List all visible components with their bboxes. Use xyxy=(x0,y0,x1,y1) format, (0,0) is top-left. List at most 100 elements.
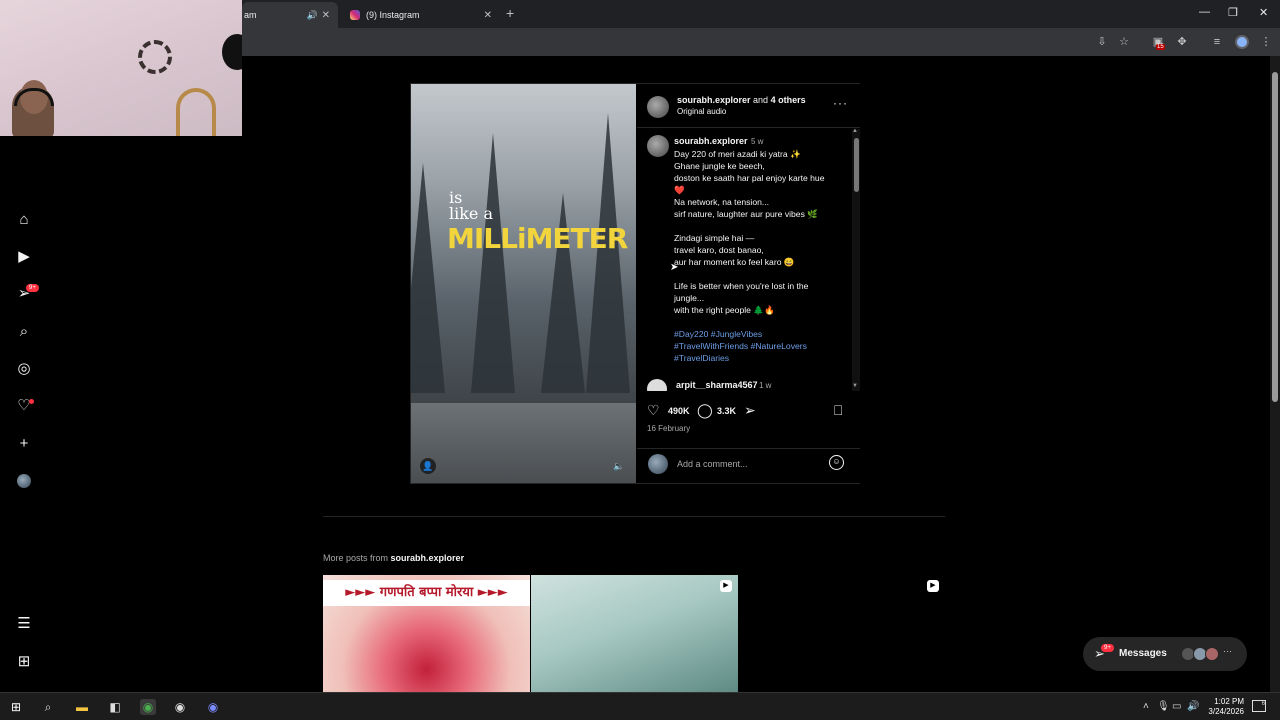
road-image xyxy=(411,403,636,483)
tray-overflow-icon[interactable]: ˄ xyxy=(1143,701,1149,712)
chrome-profile-2-icon[interactable]: ◉ xyxy=(205,699,221,715)
more-posts-username[interactable]: sourabh.explorer xyxy=(391,553,465,563)
profile-avatar[interactable] xyxy=(17,474,31,488)
notifications-icon[interactable]: 6 xyxy=(1252,700,1266,712)
comment-count[interactable]: 3.3K xyxy=(717,406,736,416)
caption-line: Day 220 of meri azadi ki yatra ✨ xyxy=(674,149,801,159)
add-comment-input[interactable]: Add a comment... xyxy=(677,459,748,469)
collaborators-link[interactable]: 4 others xyxy=(771,95,806,105)
more-post-thumbnail[interactable]: ▶ xyxy=(738,575,945,693)
microphone-icon[interactable]: 🎙 xyxy=(1157,701,1170,712)
more-options-icon[interactable]: ··· xyxy=(833,96,848,110)
new-tab-button[interactable]: + xyxy=(506,5,514,21)
media-control-icon[interactable]: ≡ xyxy=(1210,35,1224,49)
author-avatar[interactable] xyxy=(647,96,669,118)
wall-mirror-image xyxy=(138,40,172,74)
install-app-icon[interactable]: ⇩ xyxy=(1095,35,1109,49)
audio-link[interactable]: Original audio xyxy=(677,107,726,116)
post-header: sourabh.explorer and 4 others Original a… xyxy=(637,84,860,128)
browser-menu-icon[interactable]: ⋮ xyxy=(1259,35,1273,49)
search-icon[interactable]: ⌕ xyxy=(40,699,56,715)
restore-button[interactable]: ❐ xyxy=(1228,6,1238,19)
system-clock[interactable]: 1:02 PM 3/24/2026 xyxy=(1196,697,1244,717)
instagram-favicon-icon xyxy=(350,10,360,20)
screen: am 🔊 ✕ (9) Instagram ✕ + — ❐ ✕ ⇩ ☆ ▣ 15 … xyxy=(0,0,1280,720)
clock-date: 3/24/2026 xyxy=(1208,707,1244,716)
like-count[interactable]: 490K xyxy=(668,406,690,416)
file-explorer-icon[interactable]: ▬ xyxy=(74,699,90,715)
caption-line: Na network, na tension... xyxy=(674,197,770,207)
messages-badge: 9+ xyxy=(1101,644,1114,652)
comments-scrollbar-thumb[interactable] xyxy=(854,138,859,192)
minimize-button[interactable]: — xyxy=(1199,6,1210,18)
close-window-button[interactable]: ✕ xyxy=(1259,6,1268,19)
hashtag-line[interactable]: #TravelWithFriends #NatureLovers xyxy=(674,340,844,352)
commenter-username[interactable]: arpit__sharma4567 xyxy=(676,380,758,390)
post-media[interactable]: is like a MILLiMETER 👤 🔈 xyxy=(411,84,636,483)
share-icon[interactable]: ➢ xyxy=(744,402,756,419)
caption-line: jungle... xyxy=(674,293,705,303)
comment-time: 1 w xyxy=(759,381,772,390)
network-icon[interactable]: ▭ xyxy=(1172,701,1181,712)
windows-start-icon[interactable]: ⊞ xyxy=(8,699,24,715)
post-actions: ♡ 490K ◯ 3.3K ➢ ⎕ xyxy=(637,400,860,422)
home-icon[interactable]: ⌂ xyxy=(15,211,33,229)
post-side-panel: sourabh.explorer and 4 others Original a… xyxy=(637,84,860,483)
caption-text: Day 220 of meri azadi ki yatra ✨ Ghane j… xyxy=(674,148,844,364)
add-comment-bar: Add a comment... ☺ xyxy=(637,448,860,483)
and-text: and xyxy=(753,95,769,105)
tab-title: am xyxy=(244,10,257,20)
section-divider xyxy=(323,516,945,517)
tree-image xyxy=(471,133,515,393)
more-posts-heading: More posts from sourabh.explorer xyxy=(323,553,464,563)
media-overlay-big-text: MILLiMETER xyxy=(447,222,628,255)
tagged-users-icon[interactable]: 👤 xyxy=(420,458,436,474)
tab-active[interactable]: am 🔊 ✕ xyxy=(242,2,338,28)
caption-avatar[interactable] xyxy=(647,135,669,157)
also-from-meta-icon[interactable]: ⊞ xyxy=(15,653,33,671)
caption-line: ❤️ xyxy=(674,185,685,195)
create-plus-icon[interactable]: + xyxy=(15,435,33,453)
caption-line: with the right people 🌲🔥 xyxy=(674,305,775,315)
emoji-picker-icon[interactable]: ☺ xyxy=(829,455,844,470)
explore-compass-icon[interactable]: ◎ xyxy=(15,360,33,378)
mouse-cursor-icon: ➤ xyxy=(670,262,679,273)
close-tab-icon[interactable]: ✕ xyxy=(322,10,330,21)
reels-icon[interactable]: ▶ xyxy=(15,248,33,266)
caption-time: 5 w xyxy=(751,137,764,146)
browser-profile-avatar[interactable] xyxy=(1235,35,1249,49)
like-heart-icon[interactable]: ♡ xyxy=(647,402,660,419)
post-date: 16 February xyxy=(647,424,691,433)
more-post-thumbnail[interactable]: ►►► गणपति बप्पा मोरया ►►► xyxy=(323,575,530,693)
scroll-down-arrow-icon[interactable]: ▼ xyxy=(852,383,858,389)
comments-area: sourabh.explorer 5 w Day 220 of meri aza… xyxy=(637,129,860,391)
commenter-avatar[interactable] xyxy=(647,379,667,391)
more-menu-icon[interactable]: ☰ xyxy=(15,615,33,633)
bookmark-star-icon[interactable]: ☆ xyxy=(1117,35,1131,49)
extensions-puzzle-icon[interactable]: ✥ xyxy=(1175,35,1189,49)
page-scrollbar-thumb[interactable] xyxy=(1272,72,1278,402)
thumbnail-banner-text: ►►► गणपति बप्पा मोरया ►►► xyxy=(323,580,530,606)
save-bookmark-icon[interactable]: ⎕ xyxy=(834,402,842,419)
chrome-profile-icon[interactable]: ◉ xyxy=(172,699,188,715)
caption-line: Ghane jungle ke beech, xyxy=(674,161,765,171)
search-icon[interactable]: ⌕ xyxy=(15,323,33,341)
chrome-icon[interactable]: ◉ xyxy=(140,699,156,715)
author-username[interactable]: sourabh.explorer xyxy=(677,95,751,105)
store-icon[interactable]: ◧ xyxy=(107,699,123,715)
hashtag-line[interactable]: #TravelDiaries xyxy=(674,352,844,364)
speaker-icon[interactable]: 🔊 xyxy=(307,10,318,21)
audio-toggle-icon[interactable]: 🔈 xyxy=(611,458,627,474)
chair-image xyxy=(176,88,216,136)
tab-instagram[interactable]: (9) Instagram ✕ xyxy=(345,2,500,28)
close-tab-icon[interactable]: ✕ xyxy=(484,10,492,21)
scroll-up-arrow-icon[interactable]: ▲ xyxy=(852,128,858,134)
messages-count-badge: 9+ xyxy=(26,284,39,292)
hashtag-line[interactable]: #Day220 #JungleVibes xyxy=(674,328,844,340)
messages-button[interactable]: ➢ 9+ Messages ··· xyxy=(1083,637,1247,671)
comment-bubble-icon[interactable]: ◯ xyxy=(697,402,713,419)
more-post-thumbnail[interactable]: ▶ xyxy=(531,575,738,693)
caption-username[interactable]: sourabh.explorer xyxy=(674,136,748,146)
